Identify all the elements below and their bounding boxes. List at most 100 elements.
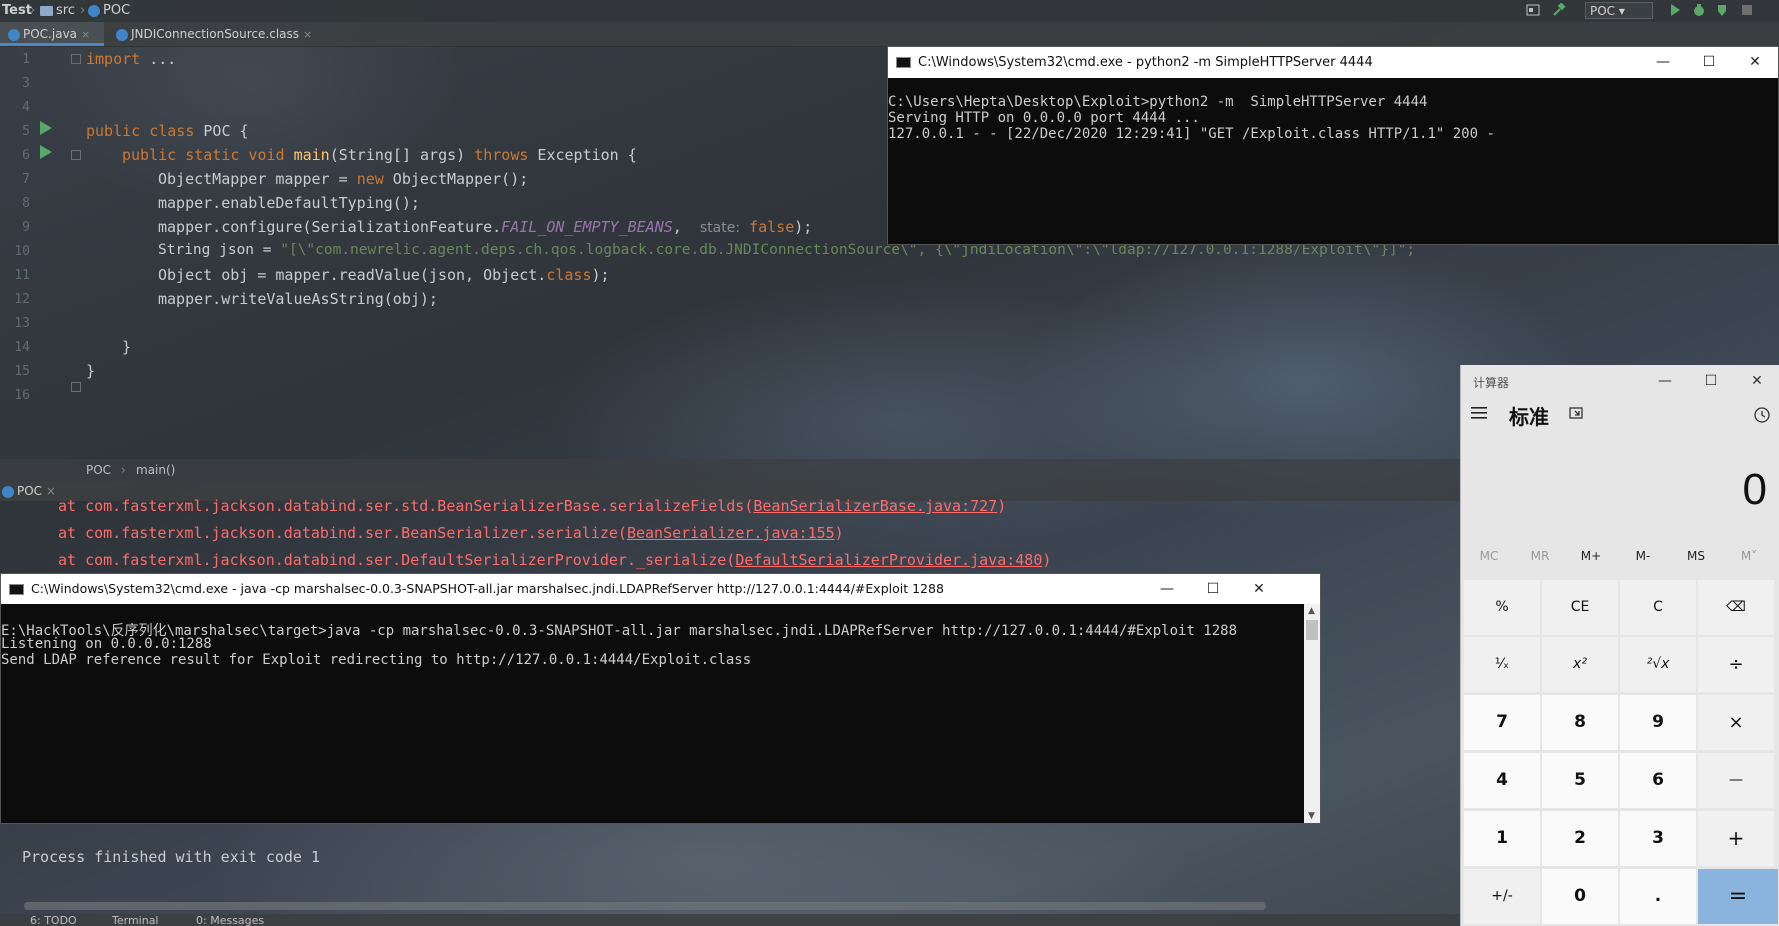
close-button[interactable]: ✕ <box>1732 47 1778 78</box>
equals-button[interactable]: = <box>1698 869 1778 924</box>
multiply-button[interactable]: × <box>1698 695 1774 750</box>
code-text: , <box>672 218 700 236</box>
fold-toggle-icon[interactable] <box>71 382 81 392</box>
digit-1-button[interactable]: 1 <box>1464 811 1540 866</box>
digit-2-button[interactable]: 2 <box>1542 811 1618 866</box>
trace-link[interactable]: BeanSerializerBase.java:727 <box>753 497 997 515</box>
run-gutter-icon[interactable] <box>40 121 52 135</box>
percent-button[interactable]: % <box>1464 580 1540 635</box>
close-icon[interactable]: × <box>303 28 312 41</box>
maximize-button[interactable]: ☐ <box>1686 47 1732 78</box>
digit-7-button[interactable]: 7 <box>1464 695 1540 750</box>
digit-5-button[interactable]: 5 <box>1542 753 1618 808</box>
divide-button[interactable]: ÷ <box>1698 637 1774 692</box>
backspace-icon[interactable]: ⌫ <box>1698 580 1774 635</box>
add-button[interactable]: + <box>1698 811 1774 866</box>
subtract-button[interactable]: — <box>1698 753 1774 808</box>
hamburger-menu-icon[interactable] <box>1471 406 1489 420</box>
class-icon <box>116 28 128 41</box>
run-icon[interactable] <box>1668 3 1682 17</box>
fold-toggle-icon[interactable] <box>71 54 81 64</box>
clear-button[interactable]: C <box>1620 580 1696 635</box>
digit-3-button[interactable]: 3 <box>1620 811 1696 866</box>
calculator-title-bar[interactable]: 计算器 — ☐ ✕ <box>1461 365 1779 397</box>
digit-9-button[interactable]: 9 <box>1620 695 1696 750</box>
decimal-button[interactable]: . <box>1620 869 1696 924</box>
calculator-mode-title: 标准 <box>1509 405 1549 429</box>
keyword: public static void <box>122 146 285 164</box>
tool-tab-messages[interactable]: 0: Messages <box>196 914 264 926</box>
close-icon[interactable]: × <box>46 484 56 498</box>
vertical-scrollbar[interactable]: ▲ ▼ <box>1304 604 1320 823</box>
scroll-down-icon[interactable]: ▼ <box>1308 811 1315 821</box>
crumb-project[interactable]: Test <box>2 3 32 18</box>
minimize-button[interactable]: — <box>1144 574 1190 605</box>
tab-run-poc[interactable]: POC × <box>2 484 56 498</box>
run-output[interactable]: at com.fasterxml.jackson.databind.ser.st… <box>0 497 1460 573</box>
digit-6-button[interactable]: 6 <box>1620 753 1696 808</box>
coverage-icon[interactable] <box>1716 3 1730 17</box>
line-number: 12 <box>14 292 30 307</box>
window-title: C:\Windows\System32\cmd.exe - java -cp m… <box>31 581 944 596</box>
maximize-button[interactable]: ☐ <box>1190 574 1236 605</box>
build-hammer-icon[interactable] <box>1552 3 1566 17</box>
tab-jndiconnectionsource-class[interactable]: JNDIConnectionSource.class × <box>108 22 324 46</box>
memory-clear-button[interactable]: MC <box>1463 549 1515 563</box>
memory-subtract-button[interactable]: M- <box>1617 549 1669 563</box>
minimize-button[interactable]: — <box>1642 365 1688 397</box>
crumb-poc[interactable]: POC <box>88 3 130 18</box>
minimize-button[interactable]: — <box>1640 47 1686 78</box>
code-line-12: mapper.writeValueAsString(obj); <box>158 290 438 308</box>
horizontal-scrollbar[interactable] <box>24 902 1266 910</box>
trace-text: ) <box>1042 551 1052 569</box>
maximize-button[interactable]: ☐ <box>1688 365 1734 397</box>
digit-4-button[interactable]: 4 <box>1464 753 1540 808</box>
keyword: public class <box>86 122 195 140</box>
class-icon <box>88 4 100 17</box>
debug-icon[interactable] <box>1692 3 1706 17</box>
negate-button[interactable]: +/- <box>1464 869 1540 924</box>
trace-link[interactable]: DefaultSerializerProvider.java:480 <box>735 551 1042 569</box>
console-output[interactable]: E:\HackTools\反序列化\marshalsec\target>java… <box>1 604 1304 823</box>
scrollbar-thumb[interactable] <box>1306 620 1318 640</box>
calculator-title: 计算器 <box>1473 376 1510 390</box>
memory-add-button[interactable]: M+ <box>1565 549 1617 563</box>
reciprocal-button[interactable]: ¹⁄ₓ <box>1464 637 1540 692</box>
square-button[interactable]: x² <box>1542 637 1618 692</box>
memory-store-button[interactable]: MS <box>1670 549 1722 563</box>
cmd-window-python-server[interactable]: C:\Windows\System32\cmd.exe - python2 -m… <box>887 46 1779 245</box>
stop-icon[interactable] <box>1740 3 1754 17</box>
crumb-separator: › <box>80 3 86 18</box>
keep-on-top-icon[interactable] <box>1569 407 1585 421</box>
breadcrumb-method[interactable]: main() <box>136 463 175 477</box>
run-gutter-icon[interactable] <box>40 145 52 159</box>
tab-poc-java[interactable]: POC.java × <box>0 22 104 46</box>
tool-tab-terminal[interactable]: Terminal <box>112 914 159 926</box>
memory-list-button[interactable]: M˅ <box>1723 549 1775 563</box>
console-output[interactable]: C:\Users\Hepta\Desktop\Exploit>python2 -… <box>888 78 1778 244</box>
cmd-window-ldap-server[interactable]: C:\Windows\System32\cmd.exe - java -cp m… <box>0 573 1321 824</box>
trace-link[interactable]: BeanSerializer.java:155 <box>627 524 835 542</box>
window-title-bar[interactable]: C:\Windows\System32\cmd.exe - java -cp m… <box>1 574 1320 604</box>
tool-tab-todo[interactable]: 6: TODO <box>30 914 77 926</box>
scroll-up-icon[interactable]: ▲ <box>1308 606 1315 616</box>
crumb-src[interactable]: src <box>40 3 75 18</box>
memory-recall-button[interactable]: MR <box>1514 549 1566 563</box>
close-button[interactable]: ✕ <box>1734 365 1779 397</box>
breadcrumb-class[interactable]: POC <box>86 463 111 477</box>
run-config-label: POC <box>1590 4 1616 18</box>
history-icon[interactable] <box>1753 406 1771 424</box>
close-icon[interactable]: × <box>81 28 90 41</box>
close-button[interactable]: ✕ <box>1236 574 1282 605</box>
fold-toggle-icon[interactable] <box>71 150 81 160</box>
project-structure-icon[interactable] <box>1526 3 1540 17</box>
digit-0-button[interactable]: 0 <box>1542 869 1618 924</box>
editor-breadcrumb: POC › main() <box>0 459 1460 481</box>
digit-8-button[interactable]: 8 <box>1542 695 1618 750</box>
run-configuration-select[interactable]: POC ▾ <box>1585 2 1653 19</box>
square-root-button[interactable]: ²√x <box>1620 637 1696 692</box>
trace-text: at com.fasterxml.jackson.databind.ser.Be… <box>58 524 627 542</box>
calculator-window[interactable]: 计算器 — ☐ ✕ 标准 0 MC MR M+ M- MS M˅ % CE C … <box>1460 365 1779 926</box>
clear-entry-button[interactable]: CE <box>1542 580 1618 635</box>
window-title-bar[interactable]: C:\Windows\System32\cmd.exe - python2 -m… <box>888 47 1778 78</box>
